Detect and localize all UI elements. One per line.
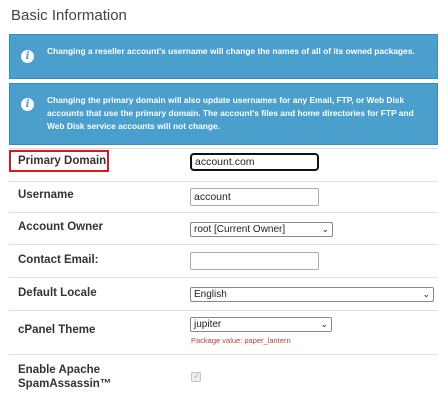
package-value-hint: Package value: paper_lantern: [191, 336, 291, 345]
account-owner-value: root [Current Owner]: [194, 224, 286, 235]
primary-domain-input[interactable]: account.com: [190, 153, 319, 171]
section-title: Basic Information: [11, 7, 127, 24]
spamassassin-label-line2: SpamAssassin™: [18, 378, 112, 390]
default-locale-value: English: [194, 289, 227, 300]
cpanel-theme-select[interactable]: jupiter ⌄: [190, 317, 332, 332]
default-locale-label: Default Locale: [18, 287, 97, 299]
checkmark-icon: ✓: [193, 371, 201, 381]
contact-email-input[interactable]: [190, 252, 319, 270]
row-divider: [9, 181, 438, 182]
cpanel-theme-value: jupiter: [194, 319, 222, 330]
spamassassin-checkbox[interactable]: ✓: [191, 371, 201, 382]
cpanel-theme-label: cPanel Theme: [18, 324, 96, 336]
chevron-down-icon: ⌄: [320, 319, 328, 329]
contact-email-label: Contact Email:: [18, 254, 99, 266]
account-owner-label: Account Owner: [18, 221, 103, 233]
chevron-down-icon: ⌄: [321, 224, 329, 234]
info-icon: i: [21, 50, 34, 63]
username-label: Username: [18, 189, 74, 201]
row-divider: [9, 148, 438, 149]
info-icon: i: [21, 98, 34, 111]
row-divider: [9, 277, 438, 278]
username-input[interactable]: account: [190, 188, 319, 206]
spamassassin-label-line1: Enable Apache: [18, 364, 101, 376]
default-locale-select[interactable]: English ⌄: [190, 287, 434, 302]
row-divider: [9, 244, 438, 245]
primary-domain-alert: i Changing the primary domain will also …: [9, 83, 438, 145]
row-divider: [9, 212, 438, 213]
reseller-username-alert: i Changing a reseller account's username…: [9, 34, 438, 79]
basic-information-panel: Basic Information i Changing a reseller …: [0, 0, 448, 403]
row-divider: [9, 354, 438, 355]
chevron-down-icon: ⌄: [422, 289, 430, 299]
alert-text: Changing a reseller account's username w…: [47, 46, 415, 56]
account-owner-select[interactable]: root [Current Owner] ⌄: [190, 222, 333, 237]
alert-text: Changing the primary domain will also up…: [47, 95, 414, 131]
spamassassin-label: Enable Apache SpamAssassin™: [18, 363, 111, 391]
primary-domain-label: Primary Domain: [18, 155, 107, 167]
row-divider: [9, 310, 438, 311]
